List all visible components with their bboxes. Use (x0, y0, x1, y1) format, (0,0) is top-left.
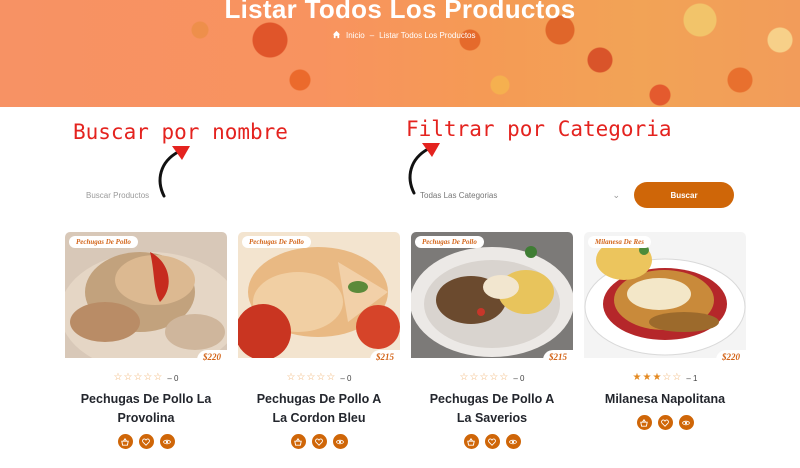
product-name-line[interactable]: Pechugas De Pollo A (238, 390, 400, 409)
quick-view-button[interactable] (505, 434, 521, 449)
star-rating: ☆ ☆ ☆ ☆ ☆ – 0 (65, 373, 227, 383)
product-actions (65, 434, 227, 449)
page-title: Listar Todos Los Productos (224, 0, 576, 24)
product-image[interactable]: Milanesa De Res (584, 232, 746, 358)
product-name[interactable]: Milanesa Napolitana (584, 390, 746, 409)
star-icon: ☆ (113, 372, 123, 383)
product-name[interactable]: Pechugas De Pollo A La Saverios (411, 390, 573, 428)
page: Listar Todos Los Productos Inicio – List… (0, 0, 800, 468)
breadcrumb: Inicio – Listar Todos Los Productos (332, 30, 476, 41)
star-rating: ★ ★ ★ ☆ ☆ – 1 (584, 373, 746, 383)
product-name-line[interactable]: Pechugas De Pollo A (411, 390, 573, 409)
add-to-cart-button[interactable] (636, 415, 652, 430)
star-icon: ☆ (672, 372, 682, 383)
breadcrumb-current: Listar Todos Los Productos (379, 31, 476, 40)
star-icon: ☆ (499, 372, 509, 383)
quick-view-button[interactable] (332, 434, 348, 449)
category-badge[interactable]: Pechugas De Pollo (69, 236, 138, 248)
star-icon: ☆ (326, 372, 336, 383)
product-name-line[interactable]: La Saverios (411, 409, 573, 428)
eye-icon (509, 439, 517, 444)
product-name-line[interactable]: Pechugas De Pollo La (65, 390, 227, 409)
breadcrumb-separator: – (369, 31, 375, 40)
add-to-cart-button[interactable] (290, 434, 306, 449)
product-actions (238, 434, 400, 449)
star-icon: ☆ (123, 372, 133, 383)
product-card[interactable]: Milanesa De Res $220 ★ ★ ★ ☆ ☆ – 1 Milan… (584, 232, 746, 468)
heart-icon (142, 438, 150, 446)
heart-icon (488, 438, 496, 446)
home-icon[interactable] (332, 30, 341, 41)
category-badge[interactable]: Milanesa De Res (588, 236, 651, 248)
product-card[interactable]: Pechugas De Pollo $215 ☆ ☆ ☆ ☆ ☆ – 0 Pec… (411, 232, 573, 468)
star-icon: ☆ (133, 372, 143, 383)
product-card[interactable]: Pechugas De Pollo $220 ☆ ☆ ☆ ☆ ☆ – 0 Pec… (65, 232, 227, 468)
product-name-line[interactable]: Provolina (65, 409, 227, 428)
star-icon: ☆ (306, 372, 316, 383)
price-label: $220 (197, 350, 227, 364)
search-input[interactable] (86, 186, 226, 204)
product-actions (584, 415, 746, 430)
star-icon: ☆ (489, 372, 499, 383)
star-icon: ☆ (469, 372, 479, 383)
price-label: $215 (543, 350, 573, 364)
star-icon: ☆ (459, 372, 469, 383)
quick-view-button[interactable] (159, 434, 175, 449)
star-icon: ☆ (153, 372, 163, 383)
price-label: $220 (716, 350, 746, 364)
star-icon: ☆ (286, 372, 296, 383)
star-icon: ☆ (296, 372, 306, 383)
hero-banner: Listar Todos Los Productos Inicio – List… (0, 0, 800, 107)
star-filled-icon: ★ (632, 372, 642, 383)
price-label: $215 (370, 350, 400, 364)
basket-icon (640, 418, 648, 427)
star-icon: ☆ (143, 372, 153, 383)
rating-count: – 0 (167, 373, 179, 383)
product-name-line[interactable]: La Cordon Bleu (238, 409, 400, 428)
basket-icon (294, 437, 302, 446)
category-badge[interactable]: Pechugas De Pollo (242, 236, 311, 248)
product-card[interactable]: Pechugas De Pollo $215 ☆ ☆ ☆ ☆ ☆ – 0 Pec… (238, 232, 400, 468)
wishlist-button[interactable] (138, 434, 154, 449)
wishlist-button[interactable] (311, 434, 327, 449)
add-to-cart-button[interactable] (463, 434, 479, 449)
product-name[interactable]: Pechugas De Pollo La Provolina (65, 390, 227, 428)
rating-count: – 0 (340, 373, 352, 383)
star-icon: ☆ (316, 372, 326, 383)
star-filled-icon: ★ (652, 372, 662, 383)
star-rating: ☆ ☆ ☆ ☆ ☆ – 0 (411, 373, 573, 383)
star-rating: ☆ ☆ ☆ ☆ ☆ – 0 (238, 373, 400, 383)
product-image[interactable]: Pechugas De Pollo (238, 232, 400, 358)
product-image[interactable]: Pechugas De Pollo (411, 232, 573, 358)
eye-icon (336, 439, 344, 444)
basket-icon (467, 437, 475, 446)
rating-count: – 1 (686, 373, 698, 383)
eye-icon (163, 439, 171, 444)
heart-icon (661, 419, 669, 427)
star-filled-icon: ★ (642, 372, 652, 383)
breadcrumb-home-link[interactable]: Inicio (346, 31, 365, 40)
product-name[interactable]: Pechugas De Pollo A La Cordon Bleu (238, 390, 400, 428)
product-image[interactable]: Pechugas De Pollo (65, 232, 227, 358)
wishlist-button[interactable] (657, 415, 673, 430)
star-icon: ☆ (479, 372, 489, 383)
category-selected-value: Todas Las Categorias (420, 190, 498, 200)
search-button[interactable]: Buscar (634, 182, 734, 208)
category-select[interactable]: Todas Las Categorias ⌄ (420, 185, 620, 205)
product-name-line[interactable]: Milanesa Napolitana (584, 390, 746, 409)
add-to-cart-button[interactable] (117, 434, 133, 449)
chevron-down-icon: ⌄ (612, 189, 620, 200)
rating-count: – 0 (513, 373, 525, 383)
category-badge[interactable]: Pechugas De Pollo (415, 236, 484, 248)
basket-icon (121, 437, 129, 446)
heart-icon (315, 438, 323, 446)
eye-icon (682, 420, 690, 425)
quick-view-button[interactable] (678, 415, 694, 430)
star-icon: ☆ (662, 372, 672, 383)
product-actions (411, 434, 573, 449)
wishlist-button[interactable] (484, 434, 500, 449)
